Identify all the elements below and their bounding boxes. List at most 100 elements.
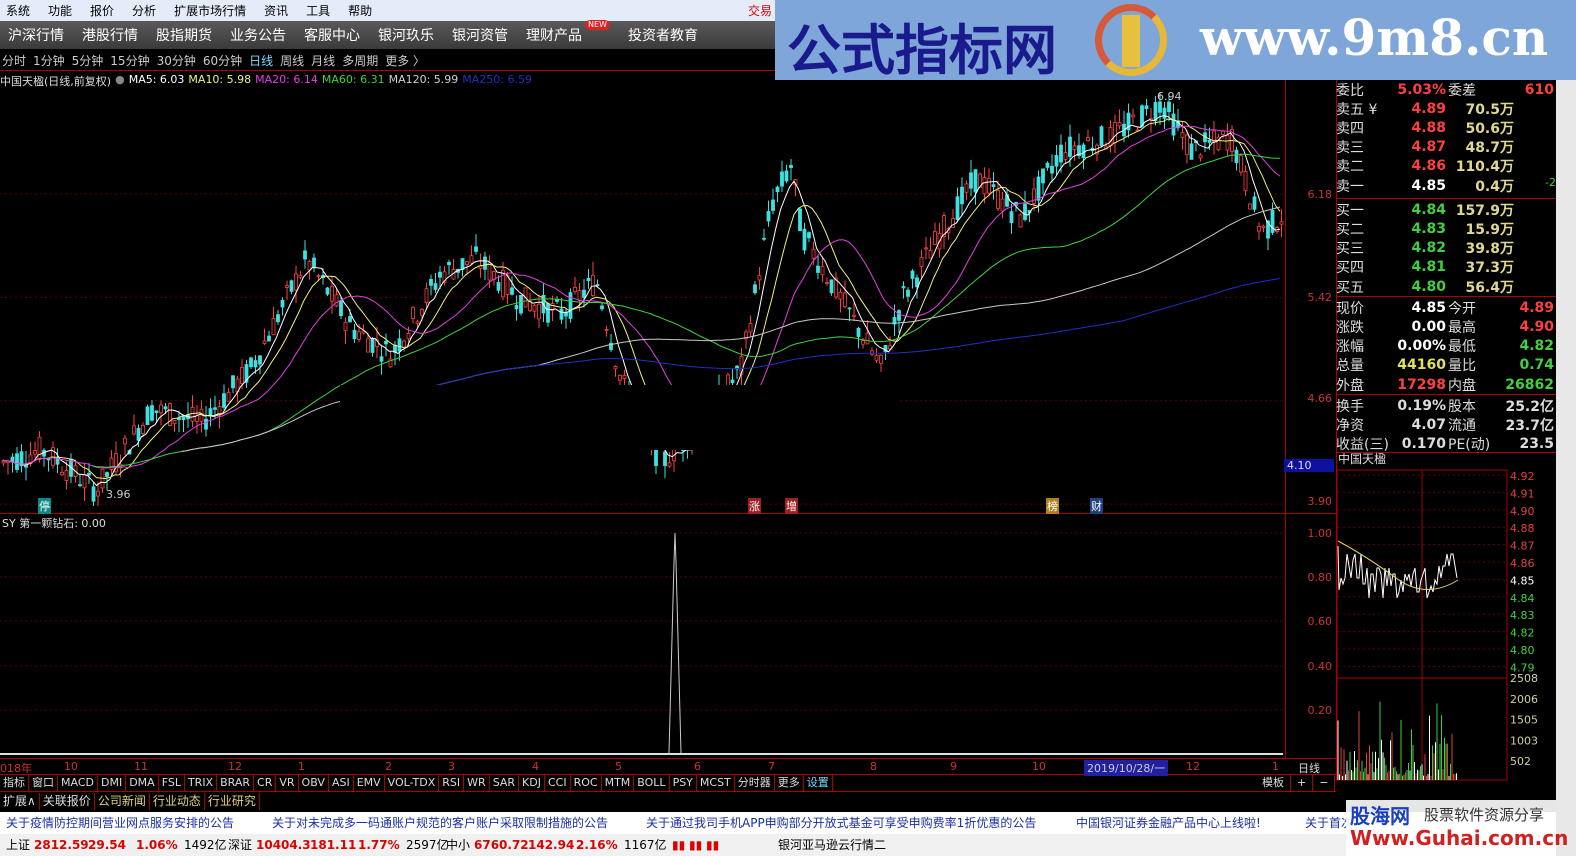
news-link[interactable]: 关于疫情防控期间营业网点服务安排的公告 [6, 812, 234, 834]
candle-body [1023, 203, 1027, 220]
indicator-tab[interactable]: FSL [159, 775, 185, 792]
quote-label: 卖三 [1336, 140, 1364, 157]
indicator-tab[interactable]: DMI [98, 775, 127, 792]
ext-tab[interactable]: 扩展∧ [0, 793, 40, 810]
period-label[interactable]: 日线 [1298, 760, 1320, 776]
template-button[interactable]: + [1291, 775, 1314, 792]
indicator-tab[interactable]: SAR [490, 775, 520, 792]
period-3[interactable]: 15分钟 [110, 52, 149, 69]
menu-item[interactable]: 分析 [132, 2, 156, 19]
bid-row: 买四 4.81 37.3万 [1336, 258, 1556, 277]
event-marker[interactable]: 停 [38, 498, 51, 514]
quote-value: 70.5万 [1465, 101, 1514, 118]
period-4[interactable]: 30分钟 [157, 52, 196, 69]
fund-row: 净资 4.07 流通 23.7亿 [1336, 415, 1556, 434]
event-marker[interactable]: 涨 [748, 498, 761, 514]
indicator-tab[interactable]: MACD [58, 775, 98, 792]
indicator-tab[interactable]: 分时器 [735, 775, 775, 792]
ext-tab[interactable]: 公司新闻 [95, 793, 150, 810]
quote-label: 量比 [1448, 358, 1476, 375]
mini-price-tick: 4.87 [1510, 540, 1535, 553]
indicator-tab[interactable]: WR [464, 775, 490, 792]
indicator-tab[interactable]: 指标 [0, 775, 29, 792]
trade-link[interactable]: 交易 [748, 2, 772, 19]
menu-item[interactable]: 功能 [48, 2, 72, 19]
nav-item[interactable]: 业务公告 [230, 25, 286, 45]
menu-item[interactable]: 帮助 [348, 2, 372, 19]
indicator-tab[interactable]: EMV [354, 775, 385, 792]
menu-item[interactable]: 扩展市场行情 [174, 2, 246, 19]
candle-body [298, 274, 303, 278]
nav-item[interactable]: 银河玖乐 [378, 25, 434, 45]
period-8[interactable]: 月线 [311, 52, 335, 69]
server-name[interactable]: 银河亚马逊云行情二 [778, 834, 886, 856]
event-marker[interactable]: 增 [785, 498, 798, 514]
indicator-tab[interactable]: ASI [329, 775, 354, 792]
menu-item[interactable]: 报价 [90, 2, 114, 19]
candle-body [969, 172, 973, 189]
indicator-tab[interactable]: KDJ [519, 775, 545, 792]
news-link[interactable]: 关于对未完成多一码通账户规范的客户账户采取限制措施的公告 [272, 812, 608, 834]
ext-tab[interactable]: 关联报价 [40, 793, 95, 810]
nav-item[interactable]: 股指期货 [156, 25, 212, 45]
indicator-tab[interactable]: MTM [602, 775, 635, 792]
indicator-tab[interactable]: TRIX [185, 775, 218, 792]
intraday-mini-chart[interactable]: 4.92 4.91 4.90 4.88 4.87 4.86 4.85 4.84 4.83 4.82… [1336, 466, 1556, 782]
nav-item[interactable]: 投资者教育 [628, 25, 698, 45]
period-9[interactable]: 多周期 [342, 52, 378, 69]
news-link[interactable]: 中国银河证券金融产品中心上线啦! [1076, 812, 1261, 834]
nav-item[interactable]: 港股行情 [82, 25, 138, 45]
event-marker[interactable]: 榜 [1046, 498, 1059, 514]
period-2[interactable]: 5分钟 [72, 52, 104, 69]
period-10[interactable]: 更多 〉 [385, 52, 425, 69]
indicator-tab[interactable]: CCI [545, 775, 571, 792]
news-link[interactable]: 关于通过我司手机APP申购部分开放式基金可享受申购费率1折优惠的公告 [646, 812, 1036, 834]
candle-body [1185, 134, 1189, 156]
candle-body [586, 277, 591, 282]
candle-body [1000, 198, 1005, 212]
indicator-tab[interactable]: CR [254, 775, 277, 792]
menu-item[interactable]: 工具 [306, 2, 330, 19]
nav-item[interactable]: 客服中心 [304, 25, 360, 45]
period-6[interactable]: 日线 [249, 52, 273, 69]
indicator-tab[interactable]: VR [276, 775, 299, 792]
indicator-tab[interactable]: PSY [670, 775, 697, 792]
candle-body [123, 437, 127, 445]
indicator-tab[interactable]: OBV [299, 775, 329, 792]
indicator-tab[interactable]: ROC [571, 775, 602, 792]
indicator-tab[interactable]: BOLL [634, 775, 670, 792]
menu-item[interactable]: 资讯 [264, 2, 288, 19]
indicator-tab[interactable]: BRAR [217, 775, 255, 792]
indicator-tab[interactable]: 更多 [775, 775, 804, 792]
indicator-tab[interactable]: DMA [126, 775, 159, 792]
ext-tab[interactable]: 行业研究 [205, 793, 260, 810]
kline-chart[interactable] [0, 88, 1336, 758]
template-button[interactable]: − [1313, 775, 1336, 792]
nav-item[interactable]: 沪深行情 [8, 25, 64, 45]
indicator-tab[interactable]: 设置 [804, 775, 833, 792]
period-5[interactable]: 60分钟 [203, 52, 242, 69]
index-zx-0[interactable]: 中小 [446, 834, 470, 856]
candle-body [595, 284, 600, 286]
nav-item[interactable]: 银河资管 [452, 25, 508, 45]
index-sz-0[interactable]: 深证 [228, 834, 252, 856]
quote-value: 610 [1524, 81, 1554, 98]
candle-body [37, 436, 42, 460]
period-7[interactable]: 周线 [280, 52, 304, 69]
candle-body [60, 471, 64, 476]
indicator-tab[interactable]: VOL-TDX [385, 775, 440, 792]
menu-item[interactable]: 系统 [6, 2, 30, 19]
index-sh-0[interactable]: 上证 [6, 834, 30, 856]
settings-icon[interactable]: ● [115, 73, 125, 88]
template-button[interactable]: 模板 [1256, 775, 1291, 792]
indicator-tab[interactable]: MCST [697, 775, 735, 792]
event-marker[interactable]: 财 [1090, 498, 1103, 514]
nav-item[interactable]: 理财产品 NEW [526, 20, 610, 45]
indicator-tab[interactable]: RSI [439, 775, 465, 792]
period-1[interactable]: 1分钟 [33, 52, 65, 69]
indicator-tab[interactable]: 窗口 [29, 775, 58, 792]
candle-body [163, 406, 168, 410]
ext-tab[interactable]: 行业动态 [150, 793, 205, 810]
period-0[interactable]: 分时 [2, 52, 26, 69]
chart-title: 中国天楹(日线,前复权) ● MA5: 6.03 MA10: 5.98 MA20: 6.… [0, 73, 532, 88]
